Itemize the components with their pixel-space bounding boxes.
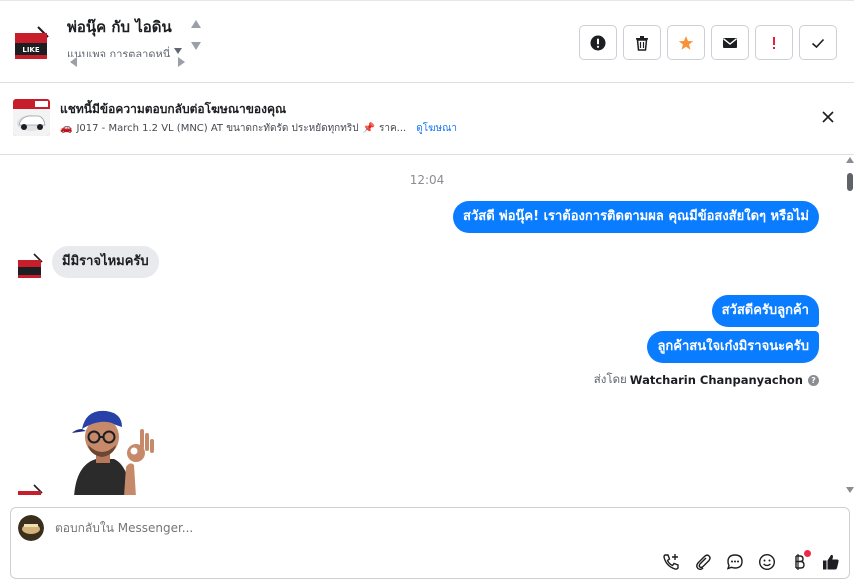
- mark-unread-button[interactable]: [711, 25, 749, 60]
- outgoing-message[interactable]: ลูกค้าสนใจเก๋งมิราจนะครับ: [647, 331, 819, 363]
- scroll-up-icon[interactable]: [191, 20, 201, 28]
- reply-input[interactable]: [55, 521, 755, 535]
- trash-icon: [636, 35, 648, 51]
- ok-gesture-sticker[interactable]: [66, 407, 158, 495]
- messenger-inbox-thread: LIKE พ่อนุ๊ค กับ ไอดิน แนบเพจ การตลาดหนี…: [0, 0, 854, 583]
- car-emoji-icon: 🚗: [60, 123, 73, 134]
- sent-by-label: ส่งโดย Watcharin Chanpanyachon ?: [594, 371, 819, 389]
- scrollbar-thumb[interactable]: [847, 173, 853, 191]
- scroll-right-icon[interactable]: [178, 57, 185, 67]
- contact-name: พ่อนุ๊ค กับ ไอดิน: [67, 18, 172, 36]
- ad-reply-banner: แชทนี้มีข้อความตอบกลับต่อโฆษณาของคุณ 🚗 J…: [0, 83, 854, 155]
- envelope-icon: [723, 37, 737, 48]
- scroll-down-icon[interactable]: [191, 42, 201, 50]
- thread-actions: [579, 25, 837, 60]
- sent-by-name: Watcharin Chanpanyachon: [629, 373, 803, 387]
- smile-icon: [758, 553, 776, 571]
- conversation-header: LIKE พ่อนุ๊ค กับ ไอดิน แนบเพจ การตลาดหนี…: [0, 0, 854, 83]
- outgoing-message[interactable]: สวัสดี พ่อนุ๊ค! เราต้องการติดตามผล คุณมี…: [453, 201, 819, 233]
- name-scroll-arrows[interactable]: [190, 20, 202, 52]
- ad-description: J017 - March 1.2 VL (MNC) AT ขนาดกะทัดรั…: [76, 123, 359, 134]
- subtitle-scrollbar[interactable]: [67, 48, 203, 67]
- thumbs-up-icon: [823, 554, 839, 570]
- exclamation-circle-icon: [590, 35, 606, 50]
- contact-subtitle: แนบเพจ การตลาดหนี่: [67, 48, 171, 57]
- like-button[interactable]: [819, 550, 843, 574]
- chat-bubble-icon: [726, 554, 743, 570]
- mark-spam-button[interactable]: [579, 25, 617, 60]
- thread-scrollbar[interactable]: [846, 155, 854, 495]
- reply-composer: [10, 507, 850, 579]
- payment-button[interactable]: [787, 550, 811, 574]
- star-button[interactable]: [667, 25, 705, 60]
- emoji-button[interactable]: [755, 550, 779, 574]
- important-button[interactable]: [755, 25, 793, 60]
- notification-dot: [804, 550, 811, 557]
- message-thread[interactable]: 12:04 สวัสดี พ่อนุ๊ค! เราต้องการติดตามผล…: [0, 155, 854, 495]
- scroll-up-icon[interactable]: [846, 157, 854, 163]
- ad-description-tail: ราค...: [379, 123, 407, 134]
- page-avatar: [18, 515, 44, 541]
- view-ad-link[interactable]: ดูโฆษณา: [416, 121, 457, 136]
- attach-button[interactable]: [691, 550, 715, 574]
- dropdown-arrow-icon[interactable]: [174, 48, 182, 54]
- check-icon: [811, 38, 825, 48]
- phone-add-icon: [663, 554, 679, 570]
- pin-emoji-icon: 📌: [362, 123, 375, 134]
- scroll-down-icon[interactable]: [846, 487, 854, 493]
- paperclip-icon: [696, 554, 711, 571]
- call-button[interactable]: [659, 550, 683, 574]
- mark-done-button[interactable]: [799, 25, 837, 60]
- outgoing-message[interactable]: สวัสดีครับลูกค้า: [711, 295, 819, 327]
- close-icon: [822, 111, 834, 123]
- sent-by-prefix: ส่งโดย: [593, 372, 627, 386]
- sender-avatar: [16, 483, 44, 495]
- star-icon: [678, 35, 694, 50]
- saved-replies-button[interactable]: [723, 550, 747, 574]
- sender-avatar: [16, 252, 44, 280]
- scroll-left-icon[interactable]: [70, 57, 77, 67]
- ad-banner-description-row: 🚗 J017 - March 1.2 VL (MNC) AT ขนาดกะทัด…: [60, 121, 457, 136]
- exclamation-icon: [773, 36, 775, 49]
- ad-thumbnail[interactable]: [13, 99, 50, 136]
- ad-banner-title: แชทนี้มีข้อความตอบกลับต่อโฆษณาของคุณ: [60, 102, 287, 116]
- message-timestamp: 12:04: [409, 173, 445, 187]
- page-logo-avatar[interactable]: LIKE: [12, 23, 52, 63]
- delete-button[interactable]: [623, 25, 661, 60]
- help-icon[interactable]: ?: [808, 374, 819, 386]
- composer-toolbar: [659, 550, 843, 574]
- close-banner-button[interactable]: [820, 109, 836, 125]
- incoming-message[interactable]: มีมิราจไหมครับ: [52, 246, 159, 278]
- svg-text:LIKE: LIKE: [22, 46, 39, 54]
